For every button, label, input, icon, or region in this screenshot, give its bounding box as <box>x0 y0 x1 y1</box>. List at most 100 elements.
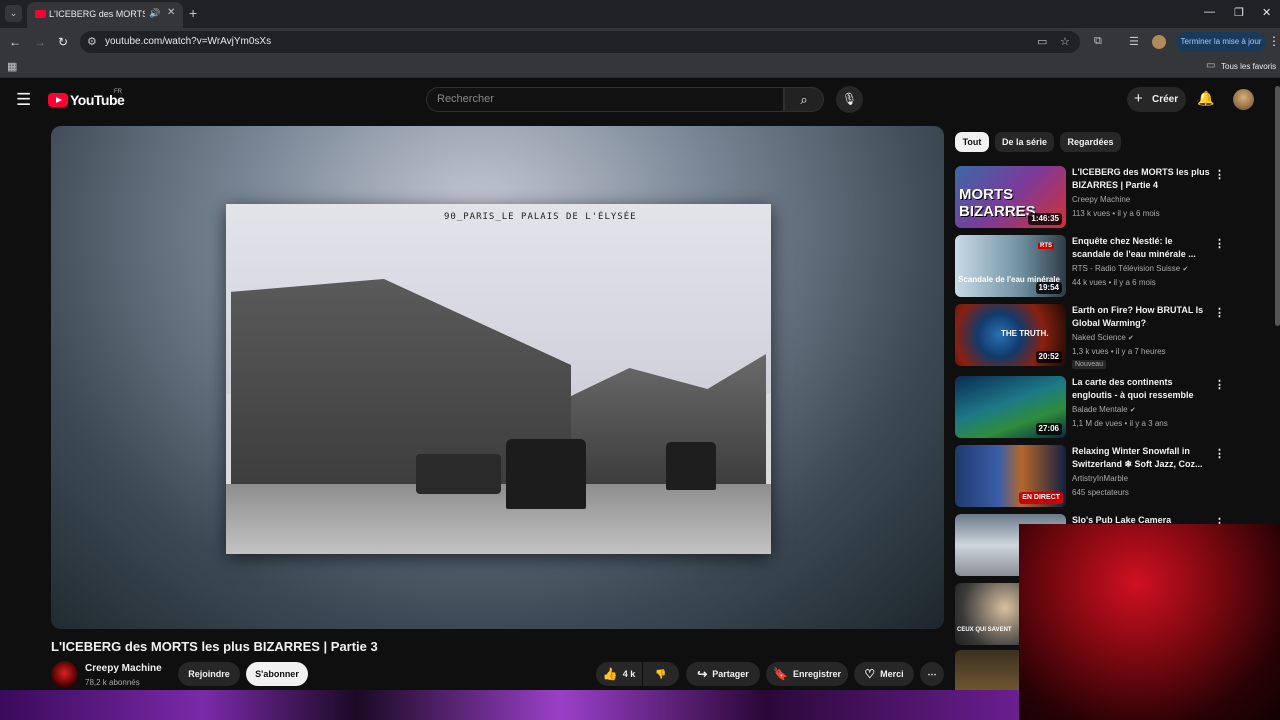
save-button[interactable]: 🔖 Enregistrer <box>766 662 848 686</box>
thumbs-up-icon: 👍 <box>602 667 618 681</box>
extensions-icon[interactable]: ⧉ <box>1094 35 1102 48</box>
browser-menu-icon[interactable]: ⋮ <box>1268 34 1280 48</box>
voice-search-button[interactable]: 🎙 <box>836 86 863 113</box>
video-player[interactable]: 90_PARIS_LE PALAIS DE L'ÉLYSÉE <box>51 126 944 629</box>
chip-from-series[interactable]: De la série <box>995 132 1054 152</box>
video-duration: 1:46:35 <box>1028 213 1062 225</box>
subscribe-button[interactable]: S'abonner <box>246 662 308 686</box>
new-tab-button[interactable]: + <box>189 5 197 21</box>
share-icon: ↪ <box>697 667 708 681</box>
recommendation-stats: 113 k vues • il y a 6 mois <box>1072 209 1160 218</box>
apps-grid-icon[interactable]: ▦ <box>7 60 17 73</box>
search-icon: ⌕ <box>800 92 808 107</box>
horse-carriage <box>416 454 501 494</box>
url-text[interactable]: youtube.com/watch?v=WrAvjYm0sXs <box>105 36 271 47</box>
recommendation-title[interactable]: La carte des continents engloutis - à qu… <box>1072 376 1210 402</box>
browser-tab-active[interactable]: L'ICEBERG des MORTS les p 🔊 ✕ <box>27 2 183 28</box>
youtube-header: ☰ YouTube FR ⌕ 🎙 + Créer 🔔 <box>0 78 1280 124</box>
video-thumbnail[interactable]: 27:06 <box>955 376 1066 438</box>
more-vertical-icon[interactable]: ⋮ <box>1214 306 1225 319</box>
save-label: Enregistrer <box>792 669 841 679</box>
thanks-heart-icon: ♡ <box>864 667 876 681</box>
recommendation-item[interactable]: MORTS BIZARRES 1:46:35 L'ICEBERG des MOR… <box>955 166 1230 230</box>
new-badge: Nouveau <box>1072 360 1107 369</box>
microphone-icon: 🎙 <box>841 92 858 106</box>
more-vertical-icon[interactable]: ⋮ <box>1214 168 1225 181</box>
user-avatar[interactable] <box>1233 89 1254 110</box>
join-button[interactable]: Rejoindre <box>178 662 240 686</box>
recommendation-channel[interactable]: Balade Mentale ✔ <box>1072 405 1136 414</box>
video-thumbnail[interactable]: THE TRUTH. 20:52 <box>955 304 1066 366</box>
recommendation-title[interactable]: L'ICEBERG des MORTS les plus BIZARRES | … <box>1072 166 1210 192</box>
verified-icon: ✔ <box>1129 407 1136 414</box>
channel-avatar[interactable] <box>51 661 78 688</box>
video-thumbnail[interactable]: EN DIRECT <box>955 445 1066 507</box>
menu-icon[interactable]: ☰ <box>16 90 31 110</box>
search-box <box>426 87 784 112</box>
youtube-logo[interactable]: YouTube FR <box>48 89 138 111</box>
dislike-button[interactable]: 👎 <box>643 662 679 686</box>
share-button[interactable]: ↪ Partager <box>686 662 760 686</box>
channel-name[interactable]: Creepy Machine <box>85 663 162 674</box>
minimize-icon[interactable]: — <box>1204 6 1215 18</box>
create-button[interactable]: + Créer <box>1127 87 1186 112</box>
close-tab-icon[interactable]: ✕ <box>167 7 175 18</box>
notifications-bell-icon[interactable]: 🔔 <box>1197 90 1214 107</box>
youtube-favicon-icon <box>35 10 46 18</box>
update-button[interactable]: Terminer la mise à jour <box>1176 32 1266 52</box>
reading-list-icon[interactable]: ☰ <box>1129 35 1139 48</box>
vintage-car <box>506 439 586 509</box>
more-vertical-icon[interactable]: ⋮ <box>1214 237 1225 250</box>
install-app-icon[interactable]: ▭ <box>1037 35 1047 48</box>
recommendation-item[interactable]: 27:06 La carte des continents engloutis … <box>955 376 1230 440</box>
back-button[interactable]: ← <box>9 35 21 49</box>
browser-profile-avatar[interactable] <box>1152 35 1166 49</box>
site-info-icon[interactable]: ⚙ <box>87 35 97 48</box>
like-button[interactable]: 👍 4 k <box>596 662 642 686</box>
chip-watched[interactable]: Regardées <box>1060 132 1121 152</box>
video-thumbnail[interactable]: MORTS BIZARRES 1:46:35 <box>955 166 1066 228</box>
share-label: Partager <box>712 669 749 679</box>
thumbnail-text: CEUX QUI SAVENT <box>957 627 1012 633</box>
recommendation-channel[interactable]: ArtistryInMarble <box>1072 474 1128 483</box>
video-frame-postcard: 90_PARIS_LE PALAIS DE L'ÉLYSÉE <box>226 204 771 554</box>
tab-search-button[interactable]: ⌄ <box>5 5 22 22</box>
bookmark-icon: 🔖 <box>773 667 788 681</box>
youtube-play-icon <box>48 93 68 107</box>
thumbs-down-icon: 👎 <box>655 669 667 679</box>
recommendation-title[interactable]: Relaxing Winter Snowfall in Switzerland … <box>1072 445 1210 471</box>
stream-overlay-bar <box>0 690 1019 720</box>
verified-icon: ✔ <box>1182 266 1189 273</box>
close-window-icon[interactable]: ✕ <box>1262 6 1271 19</box>
more-actions-button[interactable]: ⋯ <box>920 662 944 686</box>
create-label: Créer <box>1152 94 1179 105</box>
reload-button[interactable]: ↻ <box>58 35 68 49</box>
recommendation-item[interactable]: THE TRUTH. 20:52 Earth on Fire? How BRUT… <box>955 304 1230 369</box>
recommendation-item[interactable]: EN DIRECT Relaxing Winter Snowfall in Sw… <box>955 445 1230 509</box>
bookmark-star-icon[interactable]: ☆ <box>1060 35 1070 48</box>
chip-all[interactable]: Tout <box>955 132 989 152</box>
tab-title: L'ICEBERG des MORTS les p <box>49 9 145 19</box>
address-bar[interactable]: ⚙ youtube.com/watch?v=WrAvjYm0sXs ▭ ☆ <box>80 31 1080 53</box>
more-vertical-icon[interactable]: ⋮ <box>1214 447 1225 460</box>
more-vertical-icon[interactable]: ⋮ <box>1214 378 1225 391</box>
page-scrollbar[interactable] <box>1275 86 1280 326</box>
recommendation-stats: 1,1 M de vues • il y a 3 ans <box>1072 419 1168 428</box>
recommendation-channel[interactable]: RTS - Radio Télévision Suisse ✔ <box>1072 264 1188 273</box>
video-thumbnail[interactable]: Scandale de l'eau minérale RTS 19:54 <box>955 235 1066 297</box>
live-badge: EN DIRECT <box>1019 492 1063 504</box>
search-button[interactable]: ⌕ <box>784 87 824 112</box>
recommendation-channel[interactable]: Naked Science ✔ <box>1072 333 1134 342</box>
restore-icon[interactable]: ❐ <box>1234 6 1244 19</box>
thanks-button[interactable]: ♡ Merci <box>854 662 914 686</box>
all-bookmarks-link[interactable]: Tous les favoris <box>1221 62 1276 71</box>
like-count: 4 k <box>622 669 636 679</box>
recommendation-item[interactable]: Scandale de l'eau minérale RTS 19:54 Enq… <box>955 235 1230 299</box>
forward-button[interactable]: → <box>34 35 46 49</box>
speaker-icon[interactable]: 🔊 <box>149 8 160 19</box>
search-input[interactable] <box>437 93 767 105</box>
browser-tab-strip: ⌄ L'ICEBERG des MORTS les p 🔊 ✕ + — ❐ ✕ <box>0 0 1280 28</box>
recommendation-title[interactable]: Enquête chez Nestlé: le scandale de l'ea… <box>1072 235 1210 261</box>
recommendation-title[interactable]: Earth on Fire? How BRUTAL Is Global Warm… <box>1072 304 1210 330</box>
recommendation-channel[interactable]: Creepy Machine <box>1072 195 1130 204</box>
